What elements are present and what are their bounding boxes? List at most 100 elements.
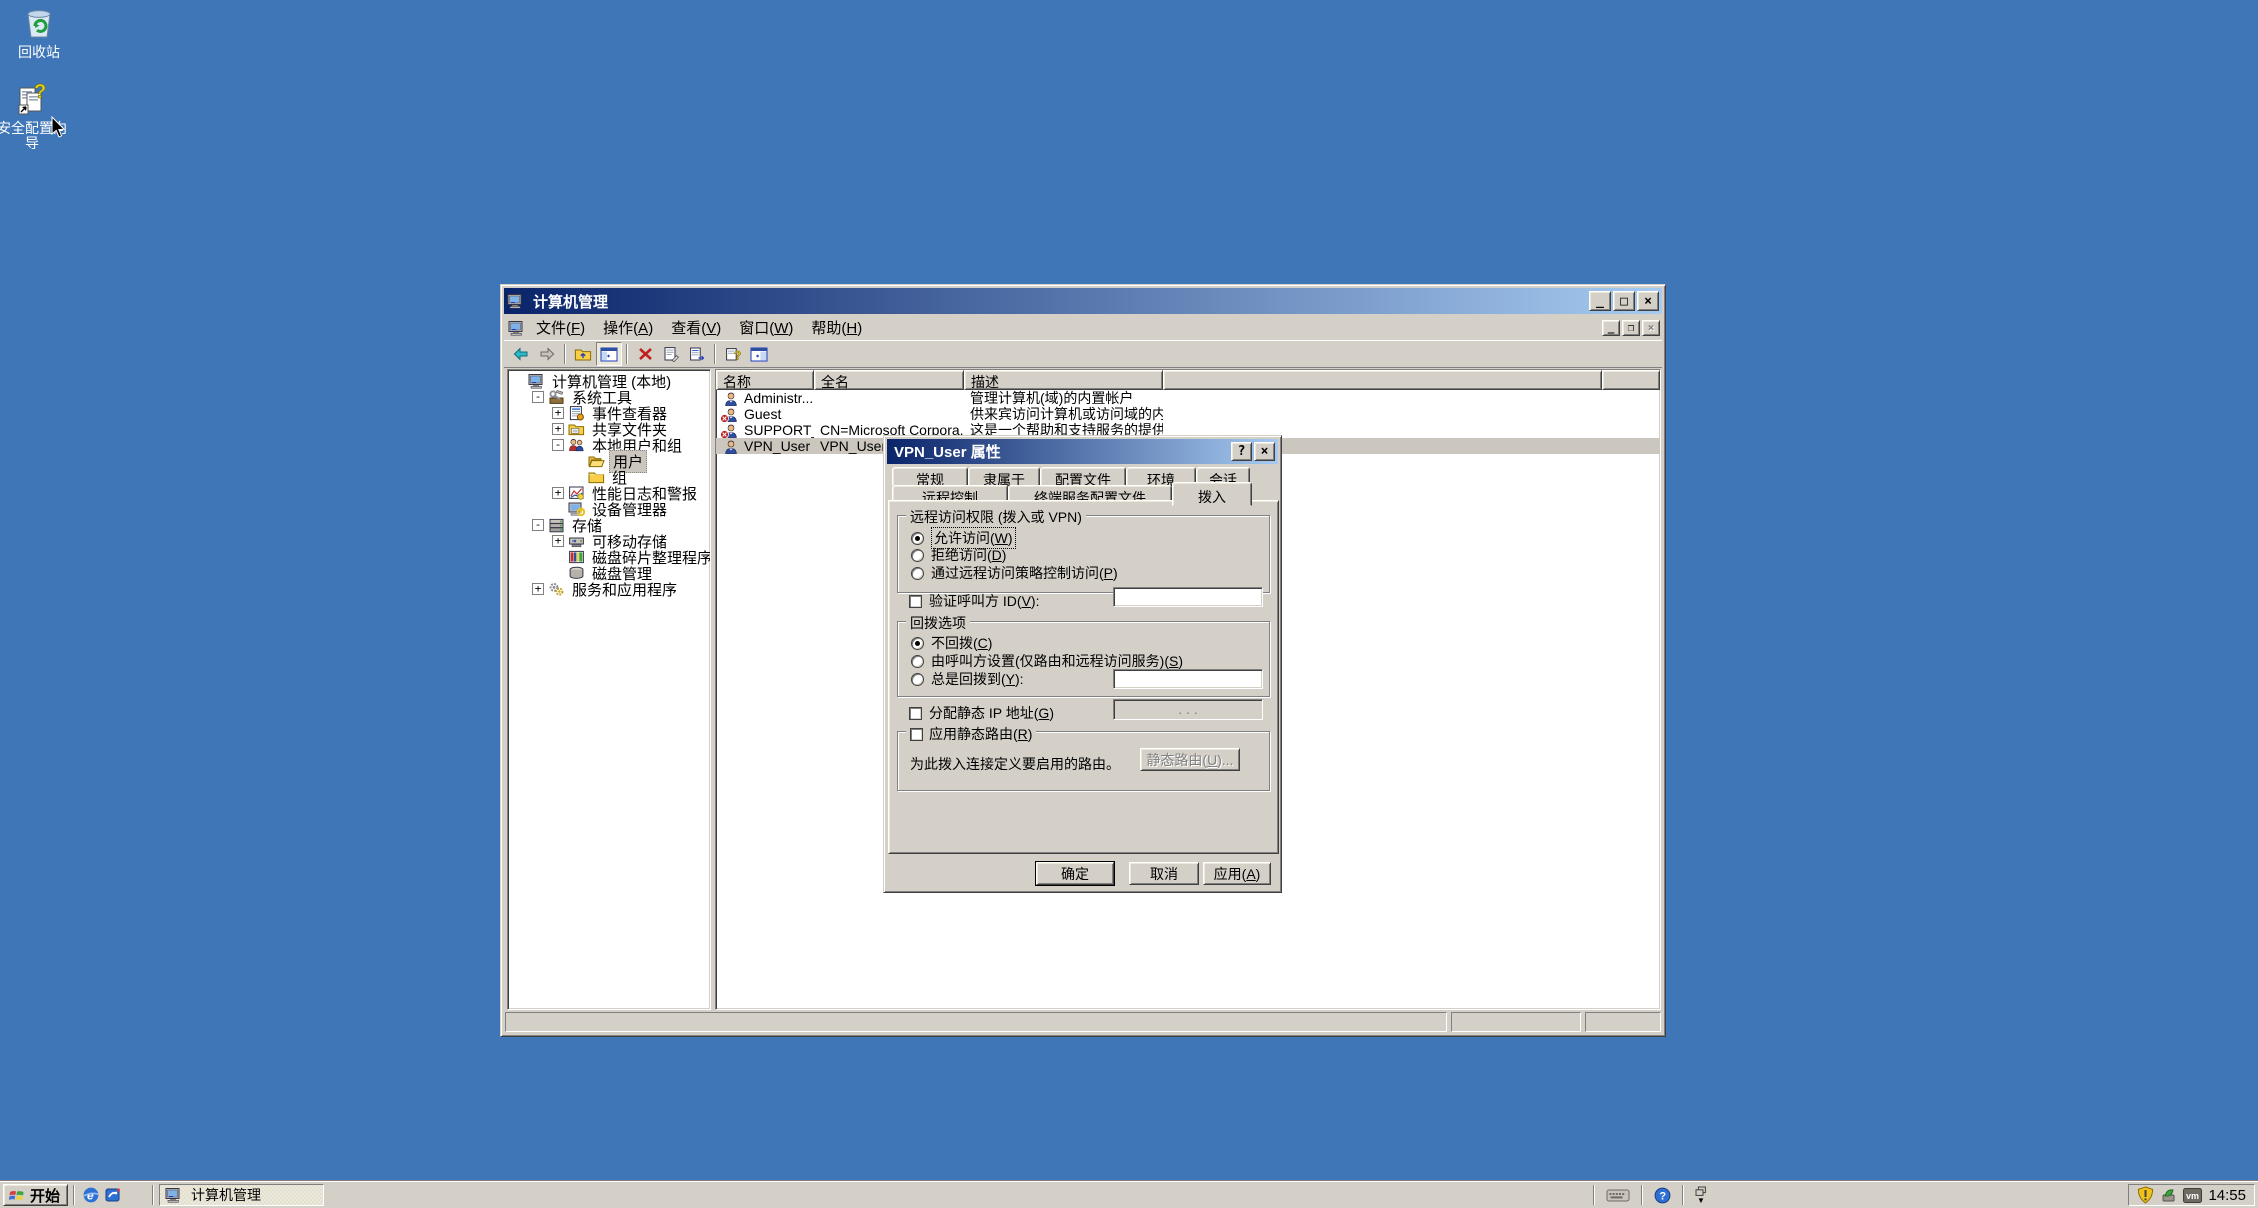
remote-access-radio[interactable] <box>911 532 924 545</box>
menu-view[interactable]: 查看(V) <box>662 314 730 341</box>
back-icon <box>513 347 529 361</box>
mdi-minimize-button[interactable]: _ <box>1602 320 1620 336</box>
mdi-close-button[interactable]: × <box>1642 320 1660 336</box>
remote-access-group-title: 远程访问权限 (拨入或 VPN) <box>906 507 1086 527</box>
remote-access-radio[interactable] <box>911 549 924 562</box>
collapse-toggle[interactable]: - <box>552 439 564 451</box>
desktop-icon-label: 回收站 <box>0 45 78 60</box>
dialog-help-button[interactable]: ? <box>1231 442 1252 461</box>
ok-button[interactable]: 确定 <box>1036 862 1114 885</box>
users-group-icon <box>568 437 585 453</box>
vmware-tools-icon[interactable] <box>2160 1187 2177 1204</box>
column-header-empty[interactable] <box>1163 370 1602 390</box>
tab-常规[interactable]: 常规 <box>892 467 968 486</box>
remote-access-radio[interactable] <box>911 567 924 580</box>
callback-option[interactable]: 总是回拨到(Y): <box>911 669 1024 689</box>
internet-explorer-icon[interactable]: e <box>80 1184 102 1206</box>
taskbar-tools: ? ▼ <box>1588 1185 1707 1205</box>
static-routes-button[interactable]: 静态路由(U)... <box>1140 748 1240 771</box>
status-segment <box>505 1012 1447 1032</box>
expand-toggle[interactable]: + <box>532 583 544 595</box>
performance-icon <box>568 485 585 501</box>
status-segment <box>1451 1012 1581 1032</box>
menu-action[interactable]: 操作(A) <box>594 314 662 341</box>
menu-file[interactable]: 文件(F) <box>527 314 594 341</box>
svg-text:?: ? <box>734 348 741 362</box>
callback-radio[interactable] <box>911 637 924 650</box>
dialog-close-button[interactable]: × <box>1254 442 1275 461</box>
cell-name: Administr... <box>716 390 814 406</box>
taskbar-separator <box>1682 1185 1684 1205</box>
window-restore-chevron-icon[interactable]: ▼ <box>1695 1186 1707 1204</box>
user-row[interactable]: Administr...管理计算机(域)的内置帐户 <box>716 390 1660 406</box>
static-routes-checkbox[interactable] <box>910 728 923 741</box>
collapse-toggle[interactable]: - <box>532 391 544 403</box>
callback-option[interactable]: 不回拨(C) <box>911 633 992 653</box>
column-header-0[interactable]: 名称 <box>716 370 814 390</box>
task-button-computer-management[interactable]: 计算机管理 <box>159 1184 324 1206</box>
window-titlebar[interactable]: 计算机管理 _ □ × <box>504 288 1662 314</box>
show-desktop-icon[interactable] <box>102 1184 124 1206</box>
expand-toggle[interactable]: + <box>552 423 564 435</box>
menu-window[interactable]: 窗口(W) <box>730 314 802 341</box>
expand-toggle[interactable]: + <box>552 407 564 419</box>
tab-拨入[interactable]: 拨入 <box>1172 482 1252 506</box>
callback-radio[interactable] <box>911 655 924 668</box>
toolbar-help-button[interactable]: ? <box>720 342 746 366</box>
menu-help[interactable]: 帮助(H) <box>802 314 871 341</box>
toolbar-up-folder-button[interactable] <box>570 342 596 366</box>
minimize-button[interactable]: _ <box>1589 291 1611 311</box>
security-shield-icon[interactable] <box>2137 1186 2154 1204</box>
svg-text:?: ? <box>1659 1190 1666 1202</box>
toolbar-back-button[interactable] <box>508 342 534 366</box>
toolbar-forward-button[interactable] <box>534 342 560 366</box>
expand-toggle[interactable]: + <box>552 535 564 547</box>
toolbar-toggle-console-tree-button[interactable] <box>596 342 622 366</box>
mdi-restore-button[interactable]: ❐ <box>1622 320 1640 336</box>
cancel-button[interactable]: 取消 <box>1129 862 1199 885</box>
maximize-button[interactable]: □ <box>1613 291 1635 311</box>
apply-button[interactable]: 应用(A) <box>1203 862 1271 885</box>
close-button[interactable]: × <box>1637 291 1659 311</box>
tree-item[interactable]: + 服务和应用程序 <box>508 581 710 597</box>
column-header-2[interactable]: 描述 <box>964 370 1163 390</box>
static-routes-caption: 应用静态路由(R) <box>906 724 1036 744</box>
remote-access-option[interactable]: 通过远程访问策略控制访问(P) <box>911 563 1118 583</box>
toolbar-properties-button[interactable] <box>658 342 684 366</box>
caller-id-input[interactable] <box>1113 587 1263 607</box>
user-row[interactable]: Guest供来宾访问计算机或访问域的内... <box>716 406 1660 422</box>
start-button[interactable]: 开始 <box>3 1184 68 1206</box>
toolbar-export-list-button[interactable] <box>684 342 710 366</box>
up-folder-icon <box>574 346 592 362</box>
static-ip-input[interactable]: . . . <box>1113 699 1263 720</box>
tree-item-label: 服务和应用程序 <box>569 579 680 600</box>
event-viewer-icon <box>568 405 585 421</box>
shared-folders-icon <box>568 421 585 437</box>
expand-toggle[interactable]: + <box>552 487 564 499</box>
tab-配置文件[interactable]: 配置文件 <box>1040 467 1126 486</box>
collapse-toggle[interactable]: - <box>532 519 544 531</box>
static-ip-row: 分配静态 IP 地址(G) <box>909 703 1054 723</box>
tab-隶属于[interactable]: 隶属于 <box>968 467 1040 486</box>
toolbar-new-window-button[interactable] <box>746 342 772 366</box>
callback-number-input[interactable] <box>1113 669 1263 689</box>
keyboard-icon[interactable] <box>1606 1187 1630 1203</box>
vm-icon[interactable]: vm <box>2183 1188 2202 1203</box>
toolbar-delete-button[interactable] <box>632 342 658 366</box>
help-icon[interactable]: ? <box>1654 1187 1671 1204</box>
remote-access-option[interactable]: 拒绝访问(D) <box>911 545 1006 565</box>
column-header-1[interactable]: 全名 <box>814 370 964 390</box>
cell-name: SUPPORT_3... <box>716 422 814 438</box>
dialog-titlebar[interactable]: VPN_User 属性 ? × <box>887 439 1278 464</box>
clock[interactable]: 14:55 <box>2208 1187 2246 1204</box>
status-bar <box>505 1012 1661 1032</box>
verify-caller-id-row: 验证呼叫方 ID(V): <box>909 591 1039 611</box>
callback-option[interactable]: 由呼叫方设置(仅路由和远程访问服务)(S) <box>911 651 1183 671</box>
windows-logo-icon <box>8 1187 26 1203</box>
callback-radio[interactable] <box>911 673 924 686</box>
desktop: 回收站 ? 安全配置向导 计算机管理 _ □ <box>0 0 2258 1208</box>
verify-caller-id-checkbox[interactable] <box>909 595 922 608</box>
console-tree-pane[interactable]: 计算机管理 (本地)-系统工具+事件查看器+共享文件夹-本地用户和组用户组+性能… <box>507 369 711 1010</box>
static-ip-checkbox[interactable] <box>909 707 922 720</box>
desktop-icon-recycle-bin[interactable]: 回收站 <box>0 6 78 60</box>
